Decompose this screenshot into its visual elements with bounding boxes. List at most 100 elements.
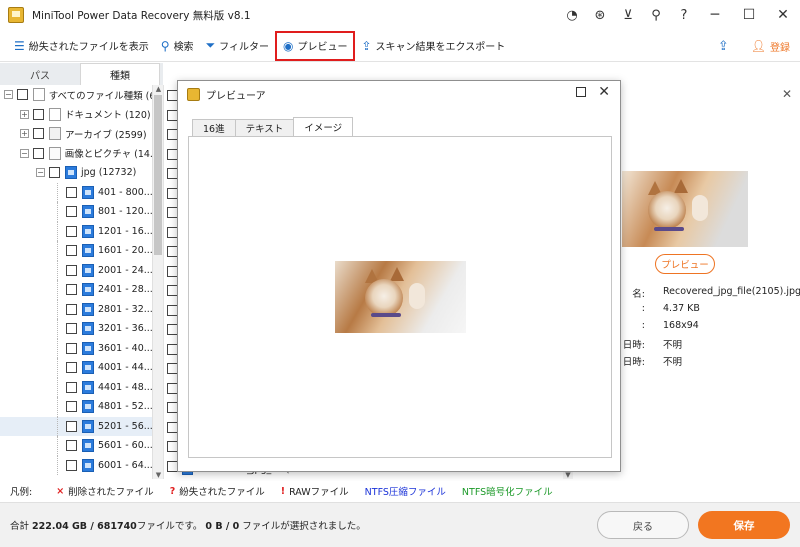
checkbox[interactable] [66, 284, 77, 296]
tab-image[interactable]: イメージ [293, 117, 354, 136]
checkbox[interactable] [66, 264, 77, 276]
filter-button[interactable]: ⏷ フィルター [200, 32, 275, 60]
tree-item-range[interactable]: 2401 - 28... [0, 280, 152, 300]
jpg-icon [82, 361, 94, 375]
tree-item-range[interactable]: 401 - 800... [0, 182, 152, 202]
checkbox[interactable] [66, 225, 77, 237]
tree-item-range[interactable]: 4401 - 48... [0, 377, 152, 397]
close-icon[interactable]: ✕ [598, 84, 610, 100]
support-icon[interactable]: ⊛ [586, 0, 614, 30]
tree-item-range[interactable]: 801 - 120... [0, 202, 152, 222]
tree-guide-line [57, 299, 58, 319]
jpg-icon [82, 419, 94, 433]
tab-path[interactable]: パス [0, 63, 80, 85]
help-icon[interactable]: ? [670, 0, 698, 30]
eye-icon: ◉ [282, 38, 294, 53]
cart-icon[interactable]: ⊻ [614, 0, 642, 30]
tree-guide-line [57, 319, 58, 339]
tree-guide-line [57, 182, 58, 202]
tree-item-range[interactable]: 1201 - 16... [0, 221, 152, 241]
preview-button[interactable]: ◉ プレビュー [274, 30, 356, 61]
tree-item-range[interactable]: 2801 - 32... [0, 299, 152, 319]
tree-item-all[interactable]: − すべてのファイル種類 (6... [0, 85, 152, 105]
jpg-icon [82, 283, 94, 297]
checkbox[interactable] [32, 147, 44, 159]
tree-guide-line [57, 241, 58, 261]
tree-label: すべてのファイル種類 (6... [48, 90, 152, 102]
expand-icon[interactable]: + [20, 109, 29, 119]
tree-label: 1201 - 16... [98, 225, 152, 237]
tab-hex[interactable]: 16進 [192, 119, 236, 136]
collapse-icon[interactable]: − [36, 168, 45, 178]
preview-panel-button[interactable]: プレビュー [655, 254, 715, 274]
info-value: 不明 [663, 340, 683, 351]
show-lost-files-button[interactable]: ☰ 紛失されたファイルを表示 [8, 32, 155, 60]
checkbox[interactable] [66, 342, 77, 354]
back-button[interactable]: 戻る [597, 511, 689, 539]
tree-scrollbar[interactable]: ▲ ▼ [152, 85, 163, 479]
close-button[interactable]: ✕ [766, 0, 800, 30]
dialog-title: プレビューア [206, 91, 266, 102]
tree-item-range[interactable]: 5601 - 60... [0, 436, 152, 456]
tree-item-archives[interactable]: + アーカイブ (2599) [0, 124, 152, 144]
checkbox[interactable] [66, 440, 77, 452]
minimize-button[interactable]: ─ [698, 0, 732, 30]
tree-item-range[interactable]: 4001 - 44... [0, 358, 152, 378]
tree-item-range[interactable]: 3201 - 36... [0, 319, 152, 339]
info-value: 不明 [663, 357, 683, 368]
tree-label: 6001 - 64... [98, 459, 152, 471]
title-bar: MiniTool Power Data Recovery 無料版 v8.1 ◔ … [0, 0, 800, 30]
checkbox[interactable] [49, 167, 60, 179]
login-button[interactable]: 👤︎ 登録 [751, 39, 790, 54]
export-scan-button[interactable]: ⇪ スキャン結果をエクスポート [355, 32, 511, 60]
tab-text[interactable]: テキスト [234, 119, 295, 136]
file-type-tree: − すべてのファイル種類 (6... + ドキュメント (120) + アーカイ… [0, 85, 152, 479]
tree-item-images[interactable]: − 画像とピクチャ (14... [0, 144, 152, 164]
tree-label: ドキュメント (120) [65, 110, 151, 122]
tree-item-range[interactable]: 3601 - 40... [0, 338, 152, 358]
tab-type[interactable]: 種類 [80, 63, 160, 85]
checkbox[interactable] [66, 206, 77, 218]
scroll-down-icon[interactable]: ▼ [563, 471, 573, 479]
status-text: 合計 222.04 GB / 681740ファイルです。 0 B / 0 ファイ… [10, 518, 366, 532]
preview-thumbnail [622, 171, 748, 247]
tree-item-range[interactable]: 4801 - 52... [0, 397, 152, 417]
search-icon[interactable]: ⚲ [642, 0, 670, 30]
checkbox[interactable] [66, 186, 77, 198]
checkbox[interactable] [66, 459, 77, 471]
dialog-title-bar: プレビューア ✕ [178, 81, 620, 108]
checkbox[interactable] [66, 362, 77, 374]
checkbox[interactable] [66, 381, 77, 393]
close-icon[interactable]: ✕ [782, 87, 792, 101]
checkbox[interactable] [33, 108, 44, 120]
maximize-button[interactable]: ☐ [732, 0, 766, 30]
scroll-thumb[interactable] [154, 95, 162, 255]
maximize-icon[interactable] [576, 87, 586, 97]
tree-label: 4401 - 48... [98, 381, 152, 393]
toolbar: ☰ 紛失されたファイルを表示 ⚲ 検索 ⏷ フィルター ◉ プレビュー ⇪ スキ… [0, 30, 800, 62]
save-button[interactable]: 保存 [698, 511, 790, 539]
share-icon[interactable]: ⇪ [718, 39, 729, 54]
legend-ntfs-compressed: NTFS圧縮ファイル [364, 487, 446, 498]
tree-item-jpg[interactable]: − jpg (12732) [0, 163, 152, 183]
checkbox[interactable] [66, 401, 77, 413]
collapse-icon[interactable]: − [4, 90, 13, 100]
checkbox[interactable] [66, 245, 77, 257]
jpg-icon [82, 380, 94, 394]
expand-icon[interactable]: + [20, 129, 29, 139]
tree-item-range[interactable]: 5201 - 56... [0, 416, 152, 436]
tree-item-range[interactable]: 6001 - 64... [0, 455, 152, 475]
checkbox[interactable] [16, 89, 28, 101]
search-button[interactable]: ⚲ 検索 [155, 32, 200, 60]
lost-mark-icon: ? [169, 485, 176, 497]
collapse-icon[interactable]: − [20, 148, 29, 158]
tree-item-range[interactable]: 2001 - 24... [0, 260, 152, 280]
tree-item-documents[interactable]: + ドキュメント (120) [0, 105, 152, 125]
checkbox[interactable] [33, 128, 44, 140]
tree-item-range[interactable]: 1601 - 20... [0, 241, 152, 261]
info-value: 168x94 [663, 320, 699, 331]
checkbox[interactable] [66, 323, 77, 335]
checkbox[interactable] [66, 420, 77, 432]
timer-icon[interactable]: ◔ [558, 0, 586, 30]
checkbox[interactable] [66, 303, 77, 315]
